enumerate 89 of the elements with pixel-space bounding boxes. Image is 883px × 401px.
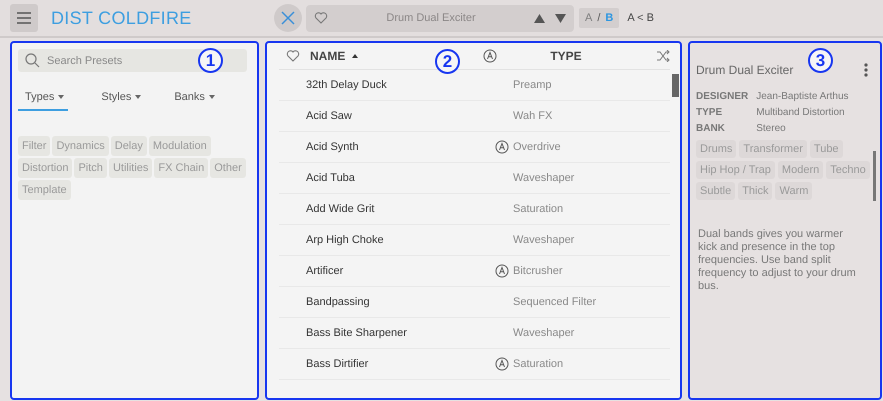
tag[interactable]: FX Chain — [154, 158, 208, 178]
close-icon — [281, 11, 295, 25]
preset-name: Add Wide Grit — [305, 203, 376, 215]
preset-type: Sequenced Filter — [513, 296, 596, 308]
tag[interactable]: Transformer — [739, 140, 807, 158]
previous-arrow-icon[interactable] — [534, 14, 545, 22]
preset-selector[interactable]: Drum Dual Exciter — [306, 4, 574, 32]
shuffle-icon[interactable] — [656, 50, 670, 62]
ab-toggle[interactable]: A / B — [579, 8, 620, 28]
tag[interactable]: Distortion — [18, 158, 72, 178]
search-icon — [25, 53, 40, 68]
scrollbar-thumb[interactable] — [873, 151, 876, 201]
filter-tab[interactable]: Types — [18, 91, 68, 111]
preset-row[interactable]: 32th Delay Duck Preamp — [279, 70, 670, 101]
tag[interactable]: Hip Hop / Trap — [696, 161, 775, 179]
preset-type: Overdrive — [513, 141, 561, 153]
preset-row[interactable]: Bass Bite Sharpener Waveshaper — [279, 318, 670, 349]
field-value: Jean-Baptiste Arthus — [756, 91, 850, 102]
preset-name: Acid Synth — [305, 141, 360, 153]
next-arrow-icon[interactable] — [555, 14, 566, 22]
preset-type: Waveshaper — [513, 172, 574, 184]
preset-title: Drum Dual Exciter — [696, 63, 794, 77]
callout-number: 3 — [808, 48, 833, 73]
tag[interactable]: Tube — [810, 140, 843, 158]
tag[interactable]: Subtle — [696, 182, 736, 200]
preset-row[interactable]: Artificer Bitcrusher — [279, 256, 670, 287]
filter-tab[interactable]: Banks — [167, 91, 215, 111]
ab-separator: / — [597, 12, 600, 24]
tag[interactable]: Thick — [738, 182, 772, 200]
preset-type: Waveshaper — [513, 234, 574, 246]
preset-name: Bass Bite Sharpener — [305, 327, 408, 339]
compare-button[interactable]: A < B — [627, 12, 654, 24]
heart-icon[interactable] — [314, 11, 328, 25]
preset-description: Dual bands gives you warmer kick and presence in the top frequencies. Use band split frequency to adjust to your drum bus. — [698, 228, 857, 293]
tag[interactable]: Template — [18, 180, 71, 200]
preset-type: Saturation — [513, 203, 564, 215]
tag[interactable]: Drums — [696, 140, 736, 158]
tag[interactable]: Utilities — [108, 158, 152, 178]
preset-type: Bitcrusher — [513, 265, 563, 277]
sort-arrow-icon — [352, 54, 358, 58]
preset-row[interactable]: Bandpassing Sequenced Filter — [279, 287, 670, 318]
preset-row[interactable]: Acid Saw Wah FX — [279, 101, 670, 132]
preset-name: 32th Delay Duck — [305, 79, 388, 91]
tag[interactable]: Modern — [778, 161, 824, 179]
preset-type: Waveshaper — [513, 327, 574, 339]
preset-type: Preamp — [513, 79, 552, 91]
preset-name: Acid Tuba — [305, 172, 356, 184]
callout-number: 2 — [435, 49, 460, 74]
preset-name: Bandpassing — [305, 296, 371, 308]
ab-option[interactable]: B — [605, 12, 614, 24]
preset-name: Acid Saw — [305, 110, 353, 122]
preset-row[interactable]: Arp High Choke Waveshaper — [279, 225, 670, 256]
tag[interactable]: Filter — [18, 136, 50, 156]
field-value: Multiband Distortion — [756, 107, 846, 118]
ab-option[interactable]: A — [585, 12, 592, 24]
more-options-icon[interactable] — [864, 63, 868, 77]
caret-icon — [208, 95, 215, 99]
preset-row[interactable]: Add Wide Grit Saturation — [279, 194, 670, 225]
tag[interactable]: Delay — [110, 136, 147, 156]
preset-type: Wah FX — [513, 110, 552, 122]
scrollbar-thumb[interactable] — [672, 74, 679, 97]
close-button[interactable] — [274, 4, 302, 32]
caret-icon — [58, 95, 64, 99]
preset-name: Arp High Choke — [305, 234, 385, 246]
tag[interactable]: Techno — [826, 161, 870, 179]
caret-icon — [135, 95, 142, 99]
tag[interactable]: Dynamics — [52, 136, 109, 156]
tag[interactable]: Warm — [775, 182, 812, 200]
field-value: Stereo — [756, 123, 787, 134]
preset-row[interactable]: Acid Tuba Waveshaper — [279, 163, 670, 194]
field-label: DESIGNER — [696, 91, 748, 102]
tag[interactable]: Pitch — [74, 158, 107, 178]
menu-button[interactable] — [10, 4, 38, 32]
tag[interactable]: Other — [210, 158, 246, 178]
preset-name: Drum Dual Exciter — [385, 12, 477, 24]
filter-tab[interactable]: Styles — [94, 91, 142, 111]
type-column-header[interactable]: TYPE — [550, 49, 656, 63]
app-title: DIST COLDFIRE — [51, 8, 193, 28]
preset-row[interactable]: Bass Dirtifier Saturation — [279, 349, 670, 380]
preset-name: Bass Dirtifier — [305, 358, 370, 370]
field-label: BANK — [696, 123, 726, 134]
field-label: TYPE — [696, 107, 724, 118]
preset-name: Artificer — [305, 265, 344, 277]
tag[interactable]: Modulation — [148, 136, 211, 156]
circled-a-icon[interactable] — [483, 49, 498, 63]
heart-icon[interactable] — [286, 49, 300, 63]
menu-icon — [16, 12, 32, 24]
preset-row[interactable]: Acid Synth Overdrive — [279, 132, 670, 163]
preset-type: Saturation — [513, 358, 564, 370]
